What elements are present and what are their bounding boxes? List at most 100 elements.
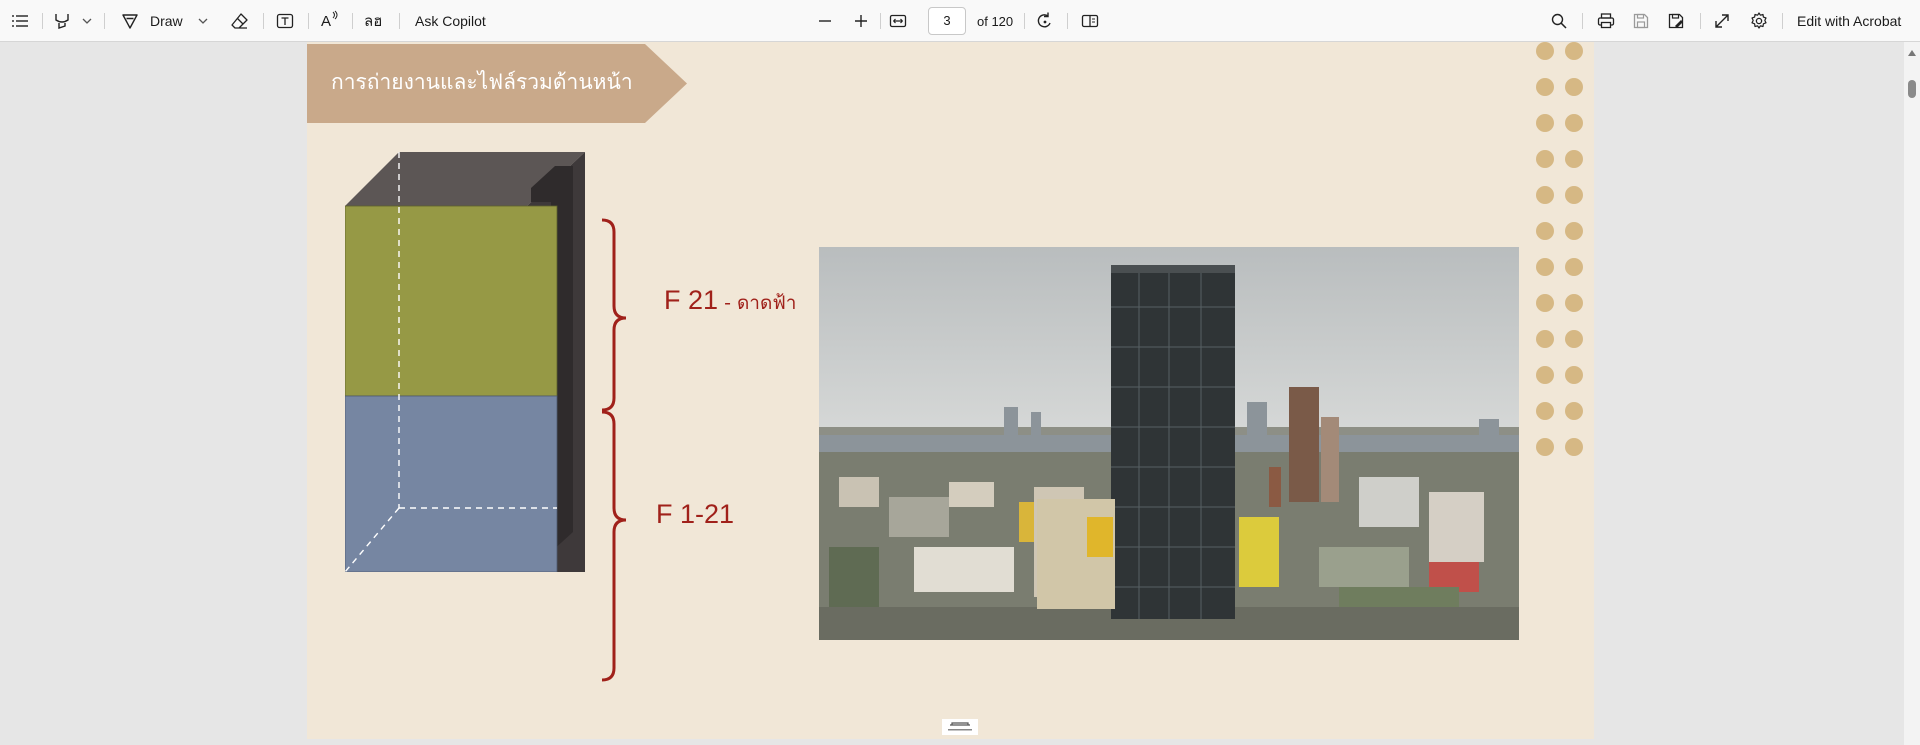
decorative-dot — [1536, 114, 1554, 132]
highlight-button[interactable] — [52, 0, 72, 42]
rotate-icon — [1035, 11, 1055, 31]
draw-icon — [120, 11, 140, 31]
decorative-dot — [1565, 186, 1583, 204]
contents-icon — [10, 11, 30, 31]
decorative-dot — [1536, 366, 1554, 384]
save-icon — [1632, 12, 1650, 30]
decorative-dot — [1536, 402, 1554, 420]
decorative-dot — [1565, 222, 1583, 240]
decorative-dot — [1565, 42, 1583, 60]
toolbar-divider — [399, 13, 400, 29]
zoom-out-icon — [817, 13, 833, 29]
draw-dropdown[interactable] — [197, 0, 209, 42]
text-box-button[interactable] — [275, 0, 295, 42]
save-as-icon — [1667, 12, 1685, 30]
save-button[interactable] — [1632, 0, 1650, 42]
scroll-up-arrow-icon[interactable] — [1908, 50, 1916, 56]
decorative-dot — [1536, 42, 1554, 60]
highlight-dropdown-icon — [81, 15, 93, 27]
search-icon — [1550, 12, 1568, 30]
decorative-dot — [1565, 150, 1583, 168]
toolbar-divider — [104, 13, 105, 29]
footer-logo — [942, 719, 978, 735]
upper-floor-label: F 21 - ดาดฟ้า — [664, 285, 797, 315]
building-diagram — [345, 152, 585, 572]
settings-button[interactable] — [1749, 0, 1769, 42]
eraser-icon — [230, 11, 250, 31]
settings-icon — [1749, 11, 1769, 31]
toolbar-divider — [1782, 13, 1783, 29]
zoom-out-button[interactable] — [817, 0, 833, 42]
scrollbar-thumb[interactable] — [1908, 80, 1916, 98]
decorative-dot — [1565, 114, 1583, 132]
translate-button[interactable]: ลฮ — [364, 0, 382, 42]
decorative-dot — [1565, 258, 1583, 276]
decorative-dot — [1565, 294, 1583, 312]
pdf-page: การถ่ายงานและไฟล์รวมด้านหน้า F 21 - ดาดฟ… — [307, 42, 1594, 739]
decorative-dot — [1536, 150, 1554, 168]
rotate-button[interactable] — [1035, 0, 1055, 42]
highlight-dropdown[interactable] — [81, 0, 93, 42]
pdf-toolbar: Draw A ลฮ Ask Copilot 3 of 120 Edit with… — [0, 0, 1920, 42]
print-icon — [1596, 11, 1616, 31]
search-button[interactable] — [1550, 0, 1568, 42]
draw-button[interactable]: Draw — [120, 0, 183, 42]
page-total-label: of 120 — [977, 13, 1014, 29]
draw-label: Draw — [150, 13, 183, 29]
zoom-in-icon — [853, 13, 869, 29]
decorative-dot — [1536, 294, 1554, 312]
decorative-dot — [1536, 186, 1554, 204]
toolbar-divider — [1024, 13, 1025, 29]
toolbar-divider — [42, 13, 43, 29]
translate-icon: ลฮ — [364, 12, 383, 30]
edit-with-acrobat-label: Edit with Acrobat — [1797, 13, 1902, 29]
draw-dropdown-icon — [197, 15, 209, 27]
decorative-dot — [1536, 330, 1554, 348]
fit-to-width-button[interactable] — [888, 0, 908, 42]
upper-floor-block — [345, 205, 558, 397]
ask-copilot-button[interactable]: Ask Copilot — [415, 0, 486, 42]
highlight-icon — [52, 11, 72, 31]
toolbar-divider — [1067, 13, 1068, 29]
decorative-dot — [1565, 330, 1583, 348]
toolbar-divider — [352, 13, 353, 29]
decorative-dot — [1565, 402, 1583, 420]
edit-with-acrobat-button[interactable]: Edit with Acrobat — [1797, 0, 1901, 42]
ask-copilot-label: Ask Copilot — [415, 13, 486, 29]
toolbar-divider — [263, 13, 264, 29]
upper-bracket — [601, 218, 627, 412]
floor-brackets — [601, 218, 627, 682]
fullscreen-icon — [1713, 12, 1731, 30]
fullscreen-button[interactable] — [1713, 0, 1731, 42]
decorative-dot — [1565, 438, 1583, 456]
vertical-scrollbar[interactable] — [1904, 42, 1920, 745]
decorative-dot — [1536, 258, 1554, 276]
text-box-icon — [275, 11, 295, 31]
zoom-in-button[interactable] — [853, 0, 869, 42]
toolbar-divider — [308, 13, 309, 29]
page-title: การถ่ายงานและไฟล์รวมด้านหน้า — [331, 70, 633, 94]
decorative-dot — [1565, 78, 1583, 96]
page-view-button[interactable] — [1080, 0, 1100, 42]
page-view-icon — [1080, 11, 1100, 31]
decorative-dot — [1536, 438, 1554, 456]
decorative-dot — [1565, 366, 1583, 384]
document-viewport: การถ่ายงานและไฟล์รวมด้านหน้า F 21 - ดาดฟ… — [0, 42, 1904, 745]
eraser-button[interactable] — [230, 0, 250, 42]
print-button[interactable] — [1596, 0, 1616, 42]
lower-bracket — [601, 410, 627, 682]
decorative-dot — [1536, 222, 1554, 240]
page-number-input[interactable]: 3 — [928, 7, 966, 35]
building-photo — [819, 247, 1519, 640]
decorative-dot — [1536, 78, 1554, 96]
toolbar-divider — [880, 13, 881, 29]
contents-button[interactable] — [10, 0, 30, 42]
read-aloud-button[interactable]: A — [321, 0, 338, 42]
fit-to-width-icon — [888, 11, 908, 31]
save-as-button[interactable] — [1667, 0, 1685, 42]
lower-floor-label: F 1-21 — [656, 499, 735, 529]
toolbar-divider — [1700, 13, 1701, 29]
toolbar-divider — [1582, 13, 1583, 29]
lower-floor-block — [345, 395, 558, 572]
read-aloud-icon: A — [321, 10, 338, 30]
